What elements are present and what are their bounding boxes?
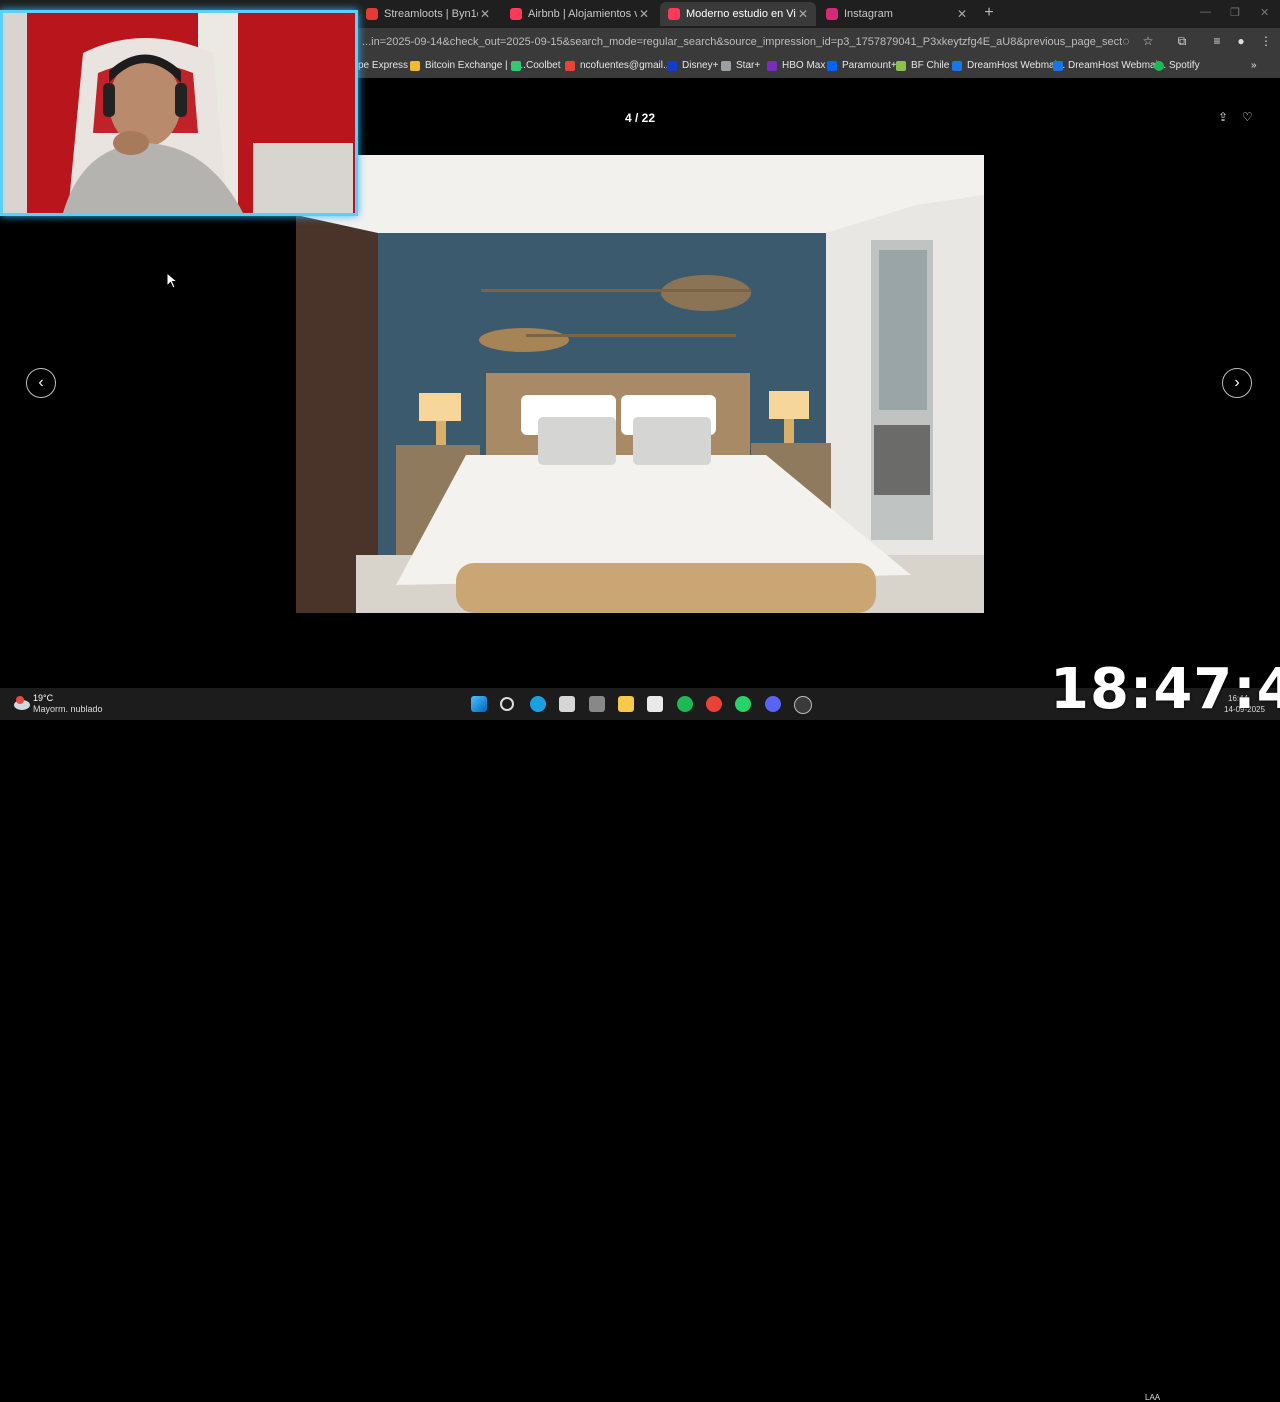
close-tab-icon[interactable]: ✕ [637, 7, 651, 21]
eye-off-icon[interactable]: ◌ [1118, 34, 1134, 48]
bookmark-item[interactable]: Spotify [1154, 60, 1200, 71]
tab-instagram[interactable]: Instagram ✕ [818, 2, 975, 26]
bedroom-photo [296, 155, 984, 613]
bookmark-label: Star+ [736, 60, 761, 71]
extensions-icon[interactable]: ⧉ [1174, 34, 1190, 49]
bookmark-label: BF Chile [911, 60, 950, 71]
discord-icon[interactable] [765, 696, 781, 712]
bookmark-label: Disney+ [682, 60, 719, 71]
next-photo-button[interactable]: › [1222, 368, 1252, 398]
bookmark-star-icon[interactable]: ☆ [1140, 34, 1156, 48]
share-icon[interactable]: ⇪ [1218, 110, 1228, 124]
bookmark-item[interactable]: Coolbet [511, 60, 560, 71]
file-explorer-icon[interactable] [618, 696, 634, 712]
streamloots-favicon-icon [366, 8, 378, 20]
bitcoin-exchange-icon [410, 60, 420, 71]
bookmark-item[interactable]: Star+ [721, 60, 760, 71]
star-plus-icon [721, 60, 731, 71]
bookmark-label: DreamHost Webmai... [967, 60, 1066, 71]
bedroom-photo-illustration [296, 155, 984, 613]
mouse-cursor-icon [167, 273, 179, 289]
bookmark-item[interactable]: BF Chile [896, 60, 949, 71]
bookmark-item[interactable]: pe Express [358, 60, 408, 71]
close-tab-icon[interactable]: ✕ [478, 7, 492, 21]
webcam-feed-image [3, 13, 355, 213]
disney-plus-icon [667, 60, 677, 71]
spotify-icon[interactable] [677, 696, 693, 712]
bookmark-label: HBO Max [782, 60, 826, 71]
photo-counter: 4 / 22 [624, 111, 656, 125]
dreamhost-icon [952, 60, 962, 71]
unity-icon[interactable] [589, 696, 605, 712]
tab-airbnb-listings[interactable]: Airbnb | Alojamientos vacacion ✕ [502, 2, 657, 26]
gmail-icon [565, 60, 575, 71]
coolbet-icon [511, 60, 521, 71]
tab-label: Airbnb | Alojamientos vacacion [528, 8, 637, 20]
store-icon[interactable] [559, 696, 575, 712]
bf-chile-icon [896, 60, 906, 71]
tab-moderno-estudio[interactable]: Moderno estudio en Viña con h ✕ [660, 2, 816, 26]
windows-start-icon[interactable] [471, 696, 487, 712]
whatsapp-icon[interactable] [735, 696, 751, 712]
weather-description: Mayorm. nublado [33, 704, 103, 714]
new-tab-icon[interactable]: + [980, 4, 998, 22]
bookmark-item[interactable]: HBO Max [767, 60, 825, 71]
address-bar[interactable]: ...in=2025-09-14&check_out=2025-09-15&se… [362, 32, 1122, 52]
bookmark-label: Paramount+ [842, 60, 897, 71]
obs-icon[interactable] [794, 696, 812, 714]
stream-overlay-clock: 18:47:47 [1050, 657, 1280, 722]
tab-label: Streamloots | Byn1co | Apóyam [384, 8, 478, 20]
hbo-max-icon [767, 60, 777, 71]
heart-icon[interactable]: ♡ [1242, 110, 1253, 124]
airbnb-favicon-icon [510, 8, 522, 20]
bookmark-item[interactable]: Disney+ [667, 60, 718, 71]
input-language[interactable]: LAA [1145, 1393, 1160, 1402]
search-icon[interactable] [500, 697, 514, 711]
chrome-icon[interactable] [706, 696, 722, 712]
tab-streamloots[interactable]: Streamloots | Byn1co | Apóyam ✕ [358, 2, 498, 26]
bookmark-label: Spotify [1169, 60, 1200, 71]
close-tab-icon[interactable]: ✕ [796, 7, 810, 21]
close-tab-icon[interactable]: ✕ [955, 7, 969, 21]
previous-photo-button[interactable]: ‹ [26, 368, 56, 398]
tab-label: Instagram [844, 8, 893, 20]
instagram-favicon-icon [826, 8, 838, 20]
menu-kebab-icon[interactable]: ⋮ [1258, 34, 1274, 48]
media-controls-icon[interactable]: ≡ [1209, 34, 1225, 48]
minimize-icon[interactable]: — [1200, 6, 1211, 18]
paramount-plus-icon [827, 60, 837, 71]
bookmark-label: DreamHost Webmai... [1068, 60, 1167, 71]
tab-label: Moderno estudio en Viña con h [686, 8, 796, 20]
dreamhost-icon [1053, 60, 1063, 71]
airbnb-favicon-icon [668, 8, 680, 20]
more-bookmarks-icon[interactable]: » [1251, 60, 1257, 71]
bookmark-item[interactable]: ncofuentes@gmail.... [565, 60, 674, 71]
close-window-icon[interactable]: ✕ [1260, 6, 1269, 19]
bookmark-item[interactable]: DreamHost Webmai... [1053, 60, 1166, 71]
bookmark-item[interactable]: Bitcoin Exchange | C... [410, 60, 526, 71]
bookmark-label: ncofuentes@gmail.... [580, 60, 675, 71]
bookmark-label: Coolbet [526, 60, 561, 71]
weather-cloud-icon[interactable] [12, 694, 32, 712]
snipping-tool-icon[interactable] [647, 696, 663, 712]
maximize-icon[interactable]: ❐ [1230, 6, 1240, 19]
bookmark-item[interactable]: DreamHost Webmai... [952, 60, 1065, 71]
weather-temperature: 19°C [33, 693, 54, 703]
profile-avatar-icon[interactable]: ● [1233, 34, 1249, 48]
bookmark-label: pe Express [358, 60, 409, 71]
bookmark-item[interactable]: Paramount+ [827, 60, 897, 71]
webcam-overlay [0, 10, 358, 216]
edge-browser-icon[interactable] [530, 696, 546, 712]
spotify-icon [1154, 60, 1164, 71]
